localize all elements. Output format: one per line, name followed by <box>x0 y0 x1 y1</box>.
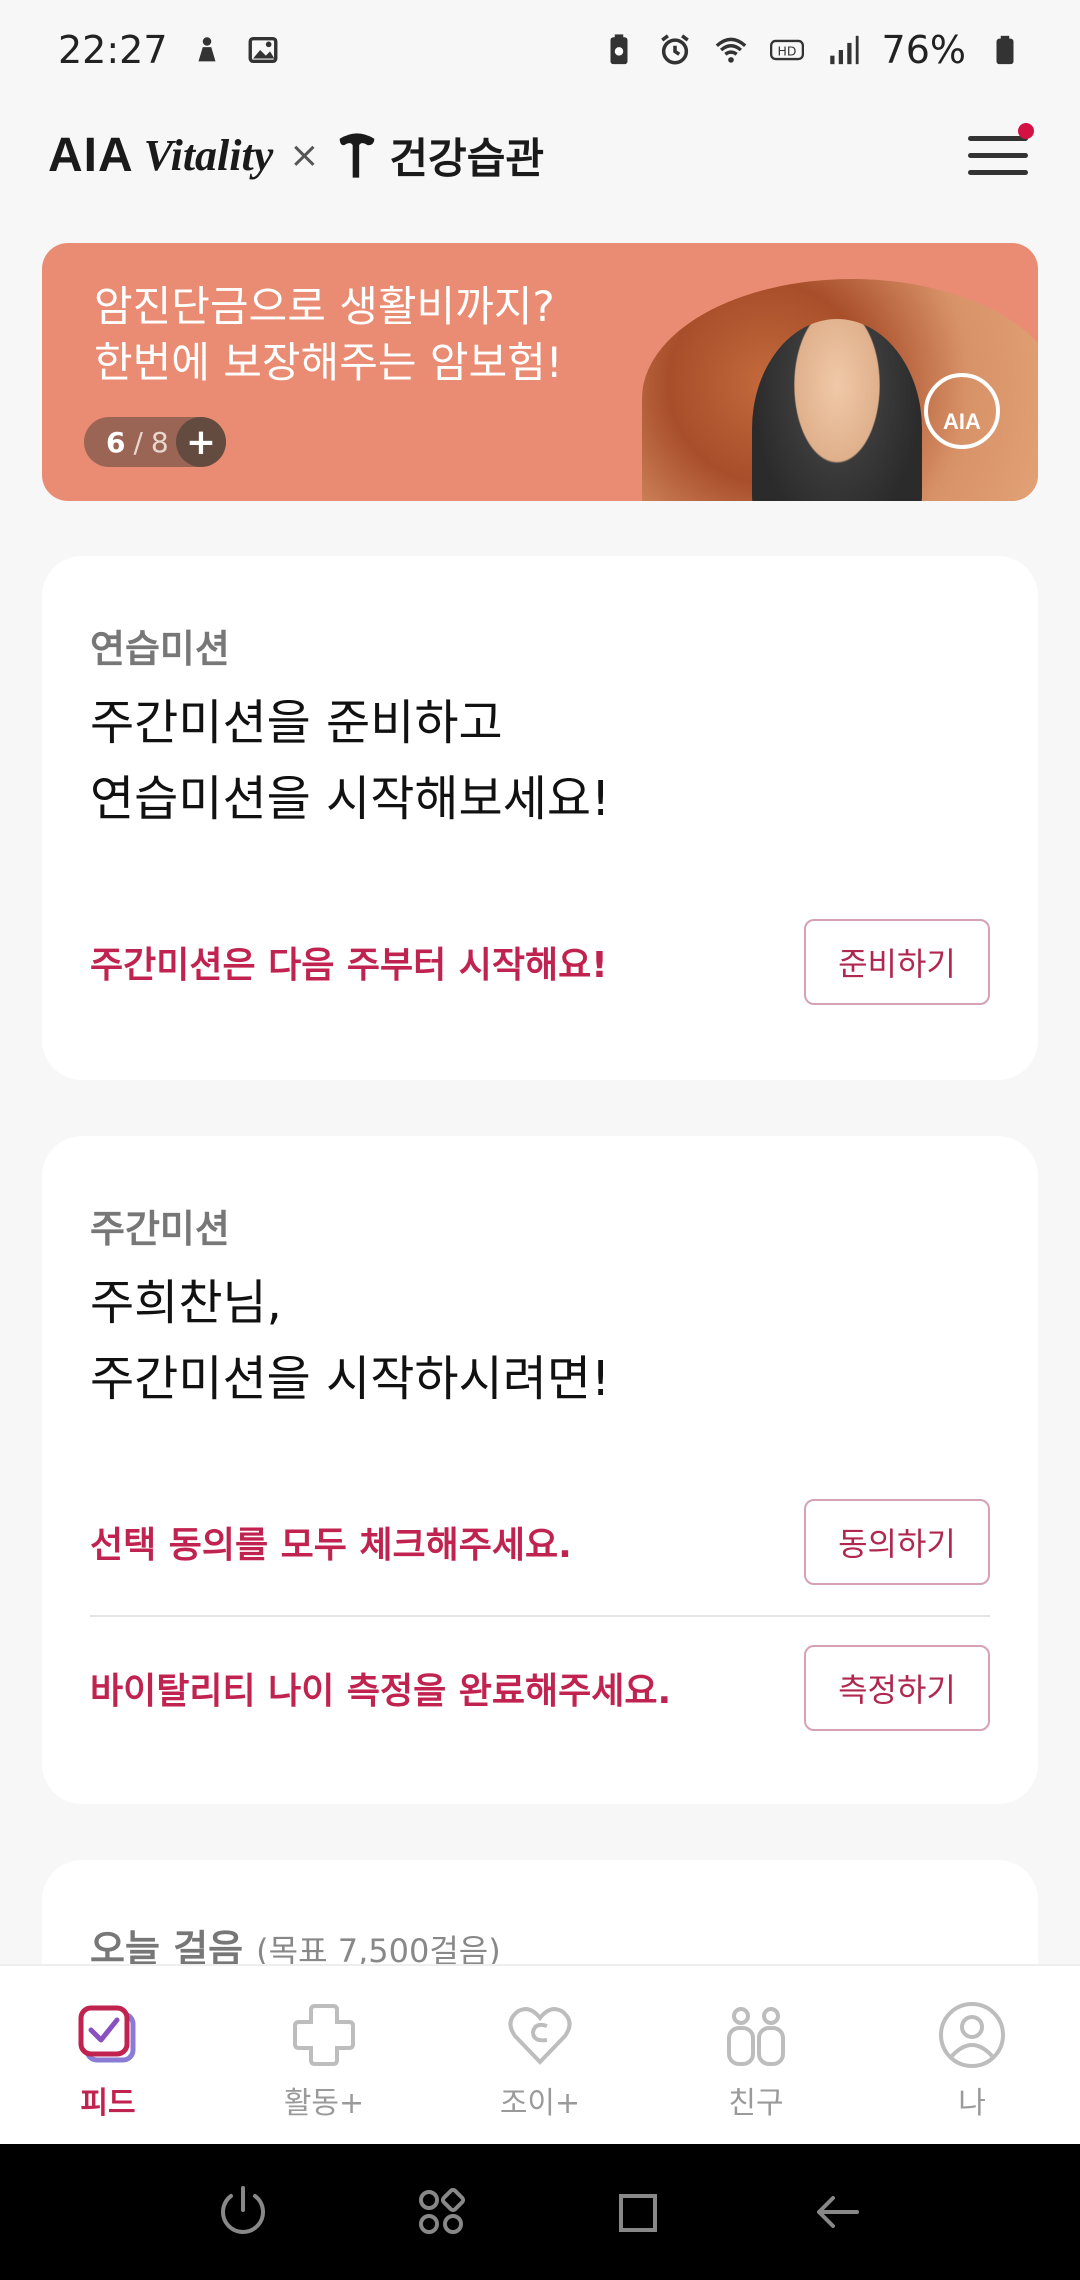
recents-icon[interactable] <box>609 2182 669 2242</box>
image-icon <box>248 36 277 64</box>
notification-badge <box>1018 123 1034 139</box>
consent-action-row: 선택 동의를 모두 체크해주세요. 동의하기 <box>90 1499 990 1585</box>
status-left: 22:27 <box>58 28 280 72</box>
feed-check-icon <box>78 2005 136 2063</box>
pager-total: 8 <box>150 425 169 459</box>
card-title-line-2: 주간미션을 시작하시려면! <box>90 1351 611 1407</box>
back-icon[interactable] <box>807 2182 867 2242</box>
practice-action-text: 주간미션은 다음 주부터 시작해요! <box>90 945 608 986</box>
banner-text: 암진단금으로 생활비까지? 한번에 보장해주는 암보험! <box>94 279 563 391</box>
card-title-line-1: 주희찬님, <box>90 1275 282 1331</box>
pager-current: 6 <box>106 425 126 459</box>
brand-logo: AIA Vitality × 건강습관 <box>48 125 544 186</box>
brand-partner: 건강습관 <box>389 133 544 183</box>
battery-saver-icon <box>610 34 628 65</box>
brand-aia: AIA <box>48 128 134 182</box>
pager-separator: / <box>133 425 143 459</box>
weekly-mission-card: 주간미션 주희찬님, 주간미션을 시작하시려면! 선택 동의를 모두 체크해주세… <box>42 1136 1038 1804</box>
consent-action-text: 선택 동의를 모두 체크해주세요. <box>90 1525 572 1566</box>
practice-mission-card: 연습미션 주간미션을 준비하고 연습미션을 시작해보세요! 주간미션은 다음 주… <box>42 556 1038 1080</box>
aia-badge-logo: AIA <box>924 373 1000 449</box>
menu-icon-line <box>968 152 1028 158</box>
measure-action-text: 바이탈리티 나이 측정을 완료해주세요. <box>90 1671 672 1712</box>
brand-vitality: Vitality <box>143 130 274 180</box>
card-label: 주간미션 <box>90 1207 230 1251</box>
pager-more-button[interactable]: + <box>176 417 226 467</box>
notification-person-icon <box>198 37 216 62</box>
nav-item-feed[interactable]: 피드 <box>0 1966 216 2144</box>
nav-label: 피드 <box>80 2086 136 2121</box>
power-icon[interactable] <box>213 2182 273 2242</box>
consent-button[interactable]: 동의하기 <box>804 1499 990 1585</box>
hd-icon: HD <box>769 39 804 61</box>
bottom-navigation: 피드 활동+ 조이+ 친구 나 <box>0 1964 1080 2144</box>
banner-line-1: 암진단금으로 생활비까지? <box>94 282 555 331</box>
measure-action-row: 바이탈리티 나이 측정을 완료해주세요. 측정하기 <box>90 1645 990 1731</box>
card-title-line-1: 주간미션을 준비하고 <box>90 695 503 751</box>
status-time: 22:27 <box>58 28 168 72</box>
measure-button[interactable]: 측정하기 <box>804 1645 990 1731</box>
nav-item-activity[interactable]: 활동+ <box>216 1966 432 2144</box>
menu-icon-line <box>968 169 1028 175</box>
nav-label: 나 <box>958 2086 986 2121</box>
card-title-line-2: 연습미션을 시작해보세요! <box>90 771 611 827</box>
divider <box>90 1615 990 1617</box>
practice-action-row: 주간미션은 다음 주부터 시작해요! 준비하기 <box>90 919 990 1005</box>
battery-icon <box>996 35 1014 65</box>
brand-x: × <box>289 134 320 176</box>
signal-icon <box>829 35 859 65</box>
joy-heart-icon <box>508 2007 572 2065</box>
nav-item-friends[interactable]: 친구 <box>648 1966 864 2144</box>
card-title: 주간미션을 준비하고 연습미션을 시작해보세요! <box>90 685 990 837</box>
promo-banner[interactable]: AIA 암진단금으로 생활비까지? 한번에 보장해주는 암보험! 6 / 8 + <box>42 243 1038 501</box>
prepare-button[interactable]: 준비하기 <box>804 919 990 1005</box>
wifi-icon <box>715 37 746 63</box>
banner-pager[interactable]: 6 / 8 + <box>84 417 226 467</box>
profile-icon <box>939 2002 1005 2068</box>
battery-percent: 76% <box>881 28 966 72</box>
nav-label: 친구 <box>728 2086 784 2121</box>
card-title: 주희찬님, 주간미션을 시작하시려면! <box>90 1265 990 1417</box>
app-header: AIA Vitality × 건강습관 <box>0 110 1080 200</box>
banner-line-2: 한번에 보장해주는 암보험! <box>94 338 563 387</box>
alarm-icon <box>660 34 689 65</box>
nav-label: 활동+ <box>283 2086 365 2121</box>
svg-text:HD: HD <box>777 44 796 59</box>
apps-icon[interactable] <box>411 2182 471 2242</box>
t-logo-icon <box>340 133 375 178</box>
nav-item-me[interactable]: 나 <box>864 1966 1080 2144</box>
nav-item-joy[interactable]: 조이+ <box>432 1966 648 2144</box>
friends-icon <box>727 2007 785 2066</box>
menu-button[interactable] <box>968 123 1034 187</box>
nav-label: 조이+ <box>499 2086 581 2121</box>
card-label: 연습미션 <box>90 627 230 671</box>
status-bar: 22:27 HD 76% <box>0 0 1080 100</box>
activity-plus-icon <box>293 2004 355 2066</box>
status-right: HD 76% <box>602 28 1022 72</box>
system-navigation-bar <box>0 2144 1080 2280</box>
banner-person-image <box>752 319 922 501</box>
